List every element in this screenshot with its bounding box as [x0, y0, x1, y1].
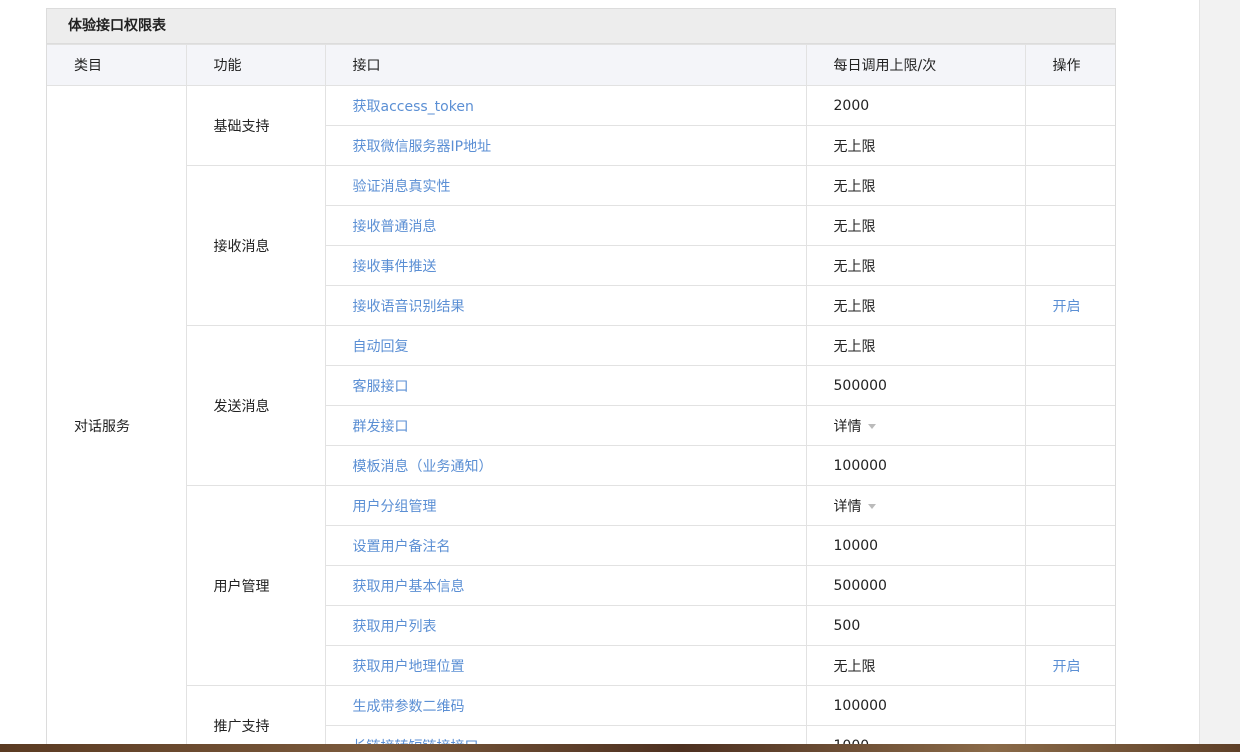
action-cell — [1024, 485, 1115, 526]
api-cell: 群发接口 — [325, 405, 807, 446]
limit-cell: 无上限 — [805, 325, 1026, 366]
limit-cell: 无上限 — [805, 125, 1026, 166]
limit-cell: 500 — [805, 605, 1026, 646]
detail-label: 详情 — [833, 498, 862, 515]
action-cell — [1024, 325, 1115, 366]
enable-link[interactable]: 开启 — [1053, 299, 1081, 315]
table-header-row: 类目 功能 接口 每日调用上限/次 操作 — [47, 44, 1115, 86]
api-link[interactable]: 获取用户地理位置 — [353, 659, 465, 675]
api-link[interactable]: 生成带参数二维码 — [353, 699, 465, 715]
header-category: 类目 — [47, 44, 187, 86]
scrollbar-track[interactable] — [1199, 0, 1240, 752]
desktop-background-strip — [0, 744, 1240, 752]
table-row: 接收消息 验证消息真实性 无上限 — [47, 165, 1115, 326]
action-cell: 开启 — [1024, 645, 1115, 686]
api-link[interactable]: 接收语音识别结果 — [353, 299, 465, 315]
action-cell — [1024, 85, 1115, 126]
table-row: 用户管理 用户分组管理 详情 — [47, 485, 1115, 686]
api-cell: 客服接口 — [325, 365, 807, 406]
action-cell — [1024, 125, 1115, 166]
detail-label: 详情 — [833, 418, 862, 435]
api-cell: 获取微信服务器IP地址 — [325, 125, 807, 166]
api-cell: 接收普通消息 — [325, 205, 807, 246]
api-cell: 接收语音识别结果 — [325, 285, 807, 326]
api-cell: 设置用户备注名 — [325, 525, 807, 566]
api-cell: 验证消息真实性 — [324, 165, 807, 206]
limit-cell: 无上限 — [805, 165, 1026, 206]
action-cell — [1024, 605, 1115, 646]
api-cell: 模板消息（业务通知） — [325, 445, 807, 486]
api-link[interactable]: 接收普通消息 — [353, 219, 437, 235]
detail-dropdown[interactable]: 详情 — [834, 419, 876, 435]
function-cell: 发送消息 — [186, 325, 326, 486]
limit-cell: 无上限 — [805, 245, 1026, 286]
limit-cell: 10000 — [805, 525, 1026, 566]
api-permission-panel: 体验接口权限表 类目 功能 接口 每日调用上限/次 操作 对话服务 基础支持 获取a… — [46, 8, 1116, 752]
api-link[interactable]: 获取微信服务器IP地址 — [353, 139, 492, 155]
action-cell — [1024, 205, 1115, 246]
api-cell: 接收事件推送 — [325, 245, 807, 286]
api-link[interactable]: 获取access_token — [353, 99, 474, 115]
api-cell: 生成带参数二维码 — [324, 685, 807, 726]
action-cell — [1024, 525, 1115, 566]
api-cell: 获取用户地理位置 — [325, 645, 807, 686]
api-link[interactable]: 客服接口 — [353, 379, 409, 395]
limit-cell: 无上限 — [805, 205, 1026, 246]
header-daily-limit: 每日调用上限/次 — [805, 44, 1026, 86]
detail-dropdown[interactable]: 详情 — [834, 499, 876, 515]
header-function: 功能 — [185, 44, 326, 86]
api-link[interactable]: 自动回复 — [353, 339, 409, 355]
limit-cell: 500000 — [805, 365, 1026, 406]
table-header: 类目 功能 接口 每日调用上限/次 操作 — [47, 44, 1115, 86]
api-permission-table: 类目 功能 接口 每日调用上限/次 操作 对话服务 基础支持 获取access_to… — [47, 44, 1115, 752]
api-cell: 自动回复 — [324, 325, 807, 366]
action-cell — [1024, 565, 1115, 606]
api-link[interactable]: 接收事件推送 — [353, 259, 437, 275]
limit-cell: 100000 — [805, 445, 1026, 486]
caret-down-icon — [867, 424, 876, 429]
api-link[interactable]: 验证消息真实性 — [353, 179, 451, 195]
header-action: 操作 — [1024, 44, 1115, 86]
table-row: 发送消息 自动回复 无上限 — [47, 325, 1115, 486]
api-link[interactable]: 获取用户基本信息 — [353, 579, 465, 595]
header-api: 接口 — [324, 44, 807, 86]
limit-cell: 详情 — [805, 405, 1026, 446]
function-cell: 接收消息 — [186, 165, 326, 326]
api-cell: 获取access_token — [324, 85, 807, 126]
api-cell: 用户分组管理 — [324, 485, 807, 526]
action-cell — [1024, 165, 1115, 206]
limit-cell: 详情 — [805, 485, 1026, 526]
limit-cell: 100000 — [805, 685, 1026, 726]
limit-cell: 500000 — [805, 565, 1026, 606]
function-cell: 基础支持 — [185, 85, 326, 166]
action-cell: 开启 — [1024, 285, 1115, 326]
table-body: 对话服务 基础支持 获取access_token 2000 获取微信服务器IP地址 无上限… — [47, 85, 1115, 752]
enable-link[interactable]: 开启 — [1053, 659, 1081, 675]
action-cell — [1024, 245, 1115, 286]
limit-cell: 无上限 — [805, 645, 1026, 686]
api-link[interactable]: 群发接口 — [353, 419, 409, 435]
action-cell — [1024, 445, 1115, 486]
page-viewport: 体验接口权限表 类目 功能 接口 每日调用上限/次 操作 对话服务 基础支持 获取a… — [0, 0, 1240, 752]
category-cell: 对话服务 — [47, 85, 187, 752]
api-cell: 获取用户列表 — [325, 605, 807, 646]
api-link[interactable]: 模板消息（业务通知） — [353, 459, 493, 475]
action-cell — [1024, 405, 1115, 446]
api-link[interactable]: 用户分组管理 — [353, 499, 437, 515]
api-link[interactable]: 设置用户备注名 — [353, 539, 451, 555]
caret-down-icon — [867, 504, 876, 509]
limit-cell: 无上限 — [805, 285, 1026, 326]
action-cell — [1024, 365, 1115, 406]
action-cell — [1024, 685, 1115, 726]
limit-cell: 2000 — [805, 85, 1026, 126]
panel-title: 体验接口权限表 — [47, 9, 1115, 44]
function-cell: 推广支持 — [186, 685, 326, 752]
table-row: 推广支持 生成带参数二维码 100000 — [47, 685, 1115, 752]
table-row: 对话服务 基础支持 获取access_token 2000 — [47, 85, 1115, 752]
function-cell: 用户管理 — [186, 485, 326, 686]
api-link[interactable]: 获取用户列表 — [353, 619, 437, 635]
api-cell: 获取用户基本信息 — [325, 565, 807, 606]
